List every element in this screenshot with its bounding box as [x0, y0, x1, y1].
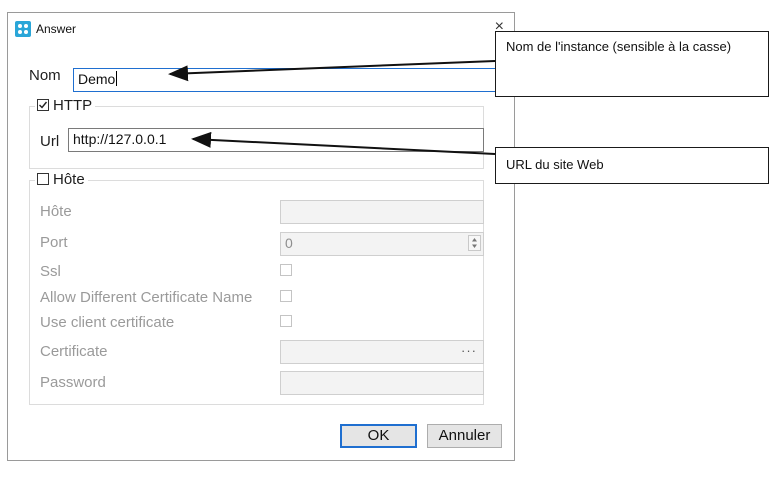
annotation-arrows: [168, 60, 496, 155]
url-arrow: [191, 131, 496, 155]
name-arrow: [168, 60, 496, 82]
